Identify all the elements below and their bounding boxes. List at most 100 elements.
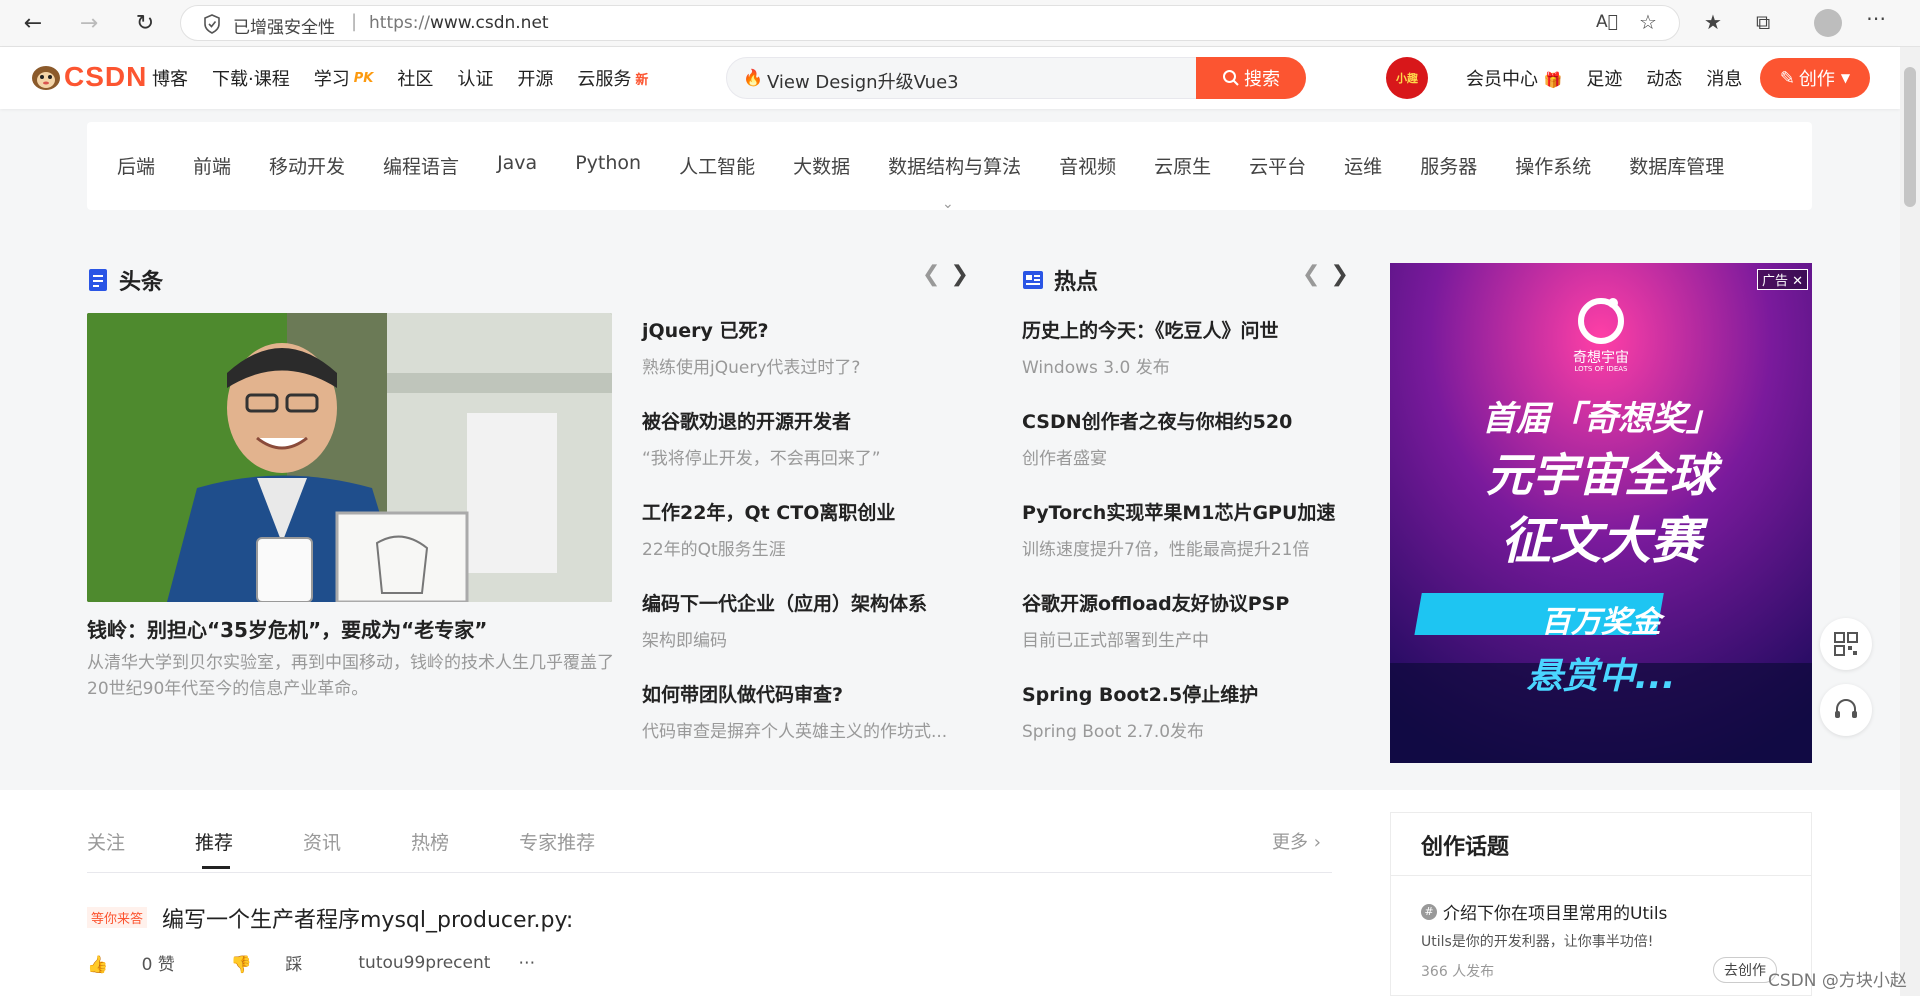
category-item[interactable]: 数据结构与算法: [888, 152, 1021, 179]
search-button[interactable]: 搜索: [1196, 57, 1306, 99]
more-options-icon[interactable]: ⋯: [518, 953, 535, 973]
tab-news[interactable]: 资讯: [303, 828, 341, 855]
headset-icon: [1835, 699, 1857, 718]
hot-item[interactable]: PyTorch实现苹果M1芯片GPU加速 训练速度提升7倍，性能最高提升21倍: [1022, 498, 1335, 560]
nav-vip[interactable]: 会员中心 🎁: [1466, 65, 1562, 91]
qrcode-icon: [1834, 632, 1858, 656]
nav-dynamic[interactable]: 动态: [1646, 65, 1682, 91]
csdn-logo[interactable]: CSDN: [30, 61, 147, 93]
headlines-pager[interactable]: ❮❯: [922, 262, 979, 287]
security-label: 已增强安全性: [233, 18, 335, 38]
hot-pager[interactable]: ❮❯: [1302, 262, 1359, 287]
dislike-button[interactable]: 👎 踩: [231, 950, 331, 975]
nav-opensource[interactable]: 开源: [517, 65, 553, 91]
watermark: CSDN @方块小赵: [1768, 971, 1907, 991]
category-bar: 后端 前端 移动开发 编程语言 Java Python 人工智能 大数据 数据结…: [87, 122, 1812, 212]
hot-item[interactable]: 谷歌开源offload友好协议PSP 目前已正式部署到生产中: [1022, 589, 1289, 651]
nav-cloud[interactable]: 云服务新: [577, 65, 648, 91]
nav-learn[interactable]: 学习 PK: [314, 65, 374, 91]
nav-community[interactable]: 社区: [397, 65, 433, 91]
prev-icon: ❮: [1302, 262, 1331, 287]
category-item[interactable]: Python: [575, 152, 641, 179]
category-item[interactable]: 移动开发: [269, 152, 345, 179]
topic-item[interactable]: # 介绍下你在项目里常用的Utils: [1421, 899, 1667, 924]
category-item[interactable]: 人工智能: [679, 152, 755, 179]
nav-download[interactable]: 下载·课程: [212, 65, 290, 91]
category-item[interactable]: 前端: [193, 152, 231, 179]
logo-text: CSDN: [64, 61, 148, 92]
post-meta: 👍 0 赞 👎 踩 tutou99precent ⋯: [87, 950, 563, 976]
ad-banner[interactable]: 奇想宇宙 LOTS OF IDEAS 首届「奇想奖」 元宇宙全球 征文大赛 百万…: [1390, 263, 1812, 763]
next-icon: ❯: [950, 262, 979, 287]
headline-item[interactable]: jQuery 已死? 熟练使用jQuery代表过时了?: [642, 316, 860, 378]
headline-item[interactable]: 编码下一代企业（应用）架构体系 架构即编码: [642, 589, 927, 651]
tab-expert[interactable]: 专家推荐: [519, 828, 595, 855]
search-input[interactable]: View Design升级Vue3: [767, 68, 959, 94]
category-item[interactable]: Java: [497, 152, 537, 179]
profile-icon[interactable]: [1814, 9, 1842, 37]
nav-certification[interactable]: 认证: [457, 65, 493, 91]
page-scrollbar[interactable]: [1900, 47, 1920, 996]
tab-hot[interactable]: 热榜: [411, 828, 449, 855]
category-item[interactable]: 数据库管理: [1629, 152, 1724, 179]
category-item[interactable]: 后端: [117, 152, 155, 179]
more-icon[interactable]: ⋯: [1866, 6, 1886, 30]
pen-icon: ✎: [1779, 67, 1795, 89]
url-text: https://www.csdn.net: [369, 13, 549, 33]
favorite-add-icon[interactable]: ☆: [1639, 10, 1657, 34]
tab-recommend[interactable]: 推荐: [195, 828, 233, 855]
top-nav: 博客 下载·课程 学习 PK 社区 认证 开源 云服务新: [152, 47, 672, 109]
hot-title: 热点: [1022, 264, 1098, 296]
nav-messages[interactable]: 消息: [1706, 65, 1742, 91]
forward-icon[interactable]: →: [74, 8, 104, 38]
favorites-icon[interactable]: ★: [1704, 10, 1722, 34]
customer-service-button[interactable]: [1820, 684, 1872, 736]
category-item[interactable]: 云原生: [1154, 152, 1211, 179]
hot-item[interactable]: CSDN创作者之夜与你相约520 创作者盛宴: [1022, 407, 1292, 469]
expand-chevron-icon[interactable]: ⌄: [942, 196, 954, 212]
ad-close[interactable]: 广告 ✕: [1756, 269, 1808, 290]
category-item[interactable]: 云平台: [1249, 152, 1306, 179]
browser-toolbar: ← → ↻ 已增强安全性 | https://www.csdn.net A⃣ ☆…: [0, 0, 1920, 47]
collections-icon[interactable]: ⧉: [1756, 10, 1770, 34]
hero-image[interactable]: [87, 313, 612, 602]
read-aloud-icon[interactable]: A⃣: [1596, 12, 1618, 32]
more-link[interactable]: 更多 ›: [1272, 828, 1321, 854]
hot-item[interactable]: Spring Boot2.5停止维护 Spring Boot 2.7.0发布: [1022, 680, 1258, 742]
hero-title[interactable]: 钱岭：别担心“35岁危机”，要成为“老专家”: [87, 614, 487, 643]
post-title[interactable]: 编写一个生产者程序mysql_producer.py:: [162, 902, 573, 934]
headlines-title: 头条: [87, 264, 163, 296]
address-bar[interactable]: 已增强安全性 | https://www.csdn.net A⃣ ☆: [180, 5, 1680, 41]
qrcode-button[interactable]: [1820, 618, 1872, 670]
feed-tabs: 关注 推荐 资讯 热榜 专家推荐: [87, 828, 665, 855]
post-author[interactable]: tutou99precent: [358, 953, 490, 973]
headline-item[interactable]: 如何带团队做代码审查? 代码审查是摒弃个人英雄主义的作坊式...: [642, 680, 947, 742]
ad-brand-sub: LOTS OF IDEAS: [1574, 365, 1628, 373]
tab-follow[interactable]: 关注: [87, 828, 125, 855]
ad-line1: 首届「奇想奖」: [1482, 399, 1720, 439]
hot-item[interactable]: 历史上的今天：《吃豆人》问世 Windows 3.0 发布: [1022, 316, 1279, 378]
ad-brand: 奇想宇宙: [1573, 350, 1629, 366]
topic-hash-icon: #: [1421, 903, 1437, 920]
hero-photo: [87, 313, 612, 602]
nav-blog[interactable]: 博客: [152, 65, 188, 91]
thumbs-down-icon: 👎: [230, 955, 252, 975]
category-item[interactable]: 操作系统: [1515, 152, 1591, 179]
ad-line2: 元宇宙全球: [1486, 448, 1716, 502]
category-item[interactable]: 大数据: [793, 152, 850, 179]
headline-item[interactable]: 被谷歌劝退的开源开发者 “我将停止开发，不会再回来了”: [642, 407, 881, 469]
category-item[interactable]: 编程语言: [383, 152, 459, 179]
category-item[interactable]: 运维: [1344, 152, 1382, 179]
headline-item[interactable]: 工作22年，Qt CTO离职创业 22年的Qt服务生涯: [642, 498, 895, 560]
ad-banner-text: 百万奖金: [1541, 605, 1661, 640]
category-item[interactable]: 音视频: [1059, 152, 1116, 179]
user-avatar[interactable]: 小趣: [1386, 57, 1428, 99]
like-button[interactable]: 👍 0 赞: [87, 950, 203, 975]
category-item[interactable]: 服务器: [1420, 152, 1477, 179]
search-box[interactable]: 🔥 View Design升级Vue3 搜索: [726, 57, 1306, 99]
nav-footprint[interactable]: 足迹: [1586, 65, 1622, 91]
refresh-icon[interactable]: ↻: [130, 8, 160, 38]
ad-line3: 征文大赛: [1501, 512, 1701, 570]
create-button[interactable]: ✎ 创作 ▼: [1760, 58, 1870, 98]
back-icon[interactable]: ←: [18, 8, 48, 38]
